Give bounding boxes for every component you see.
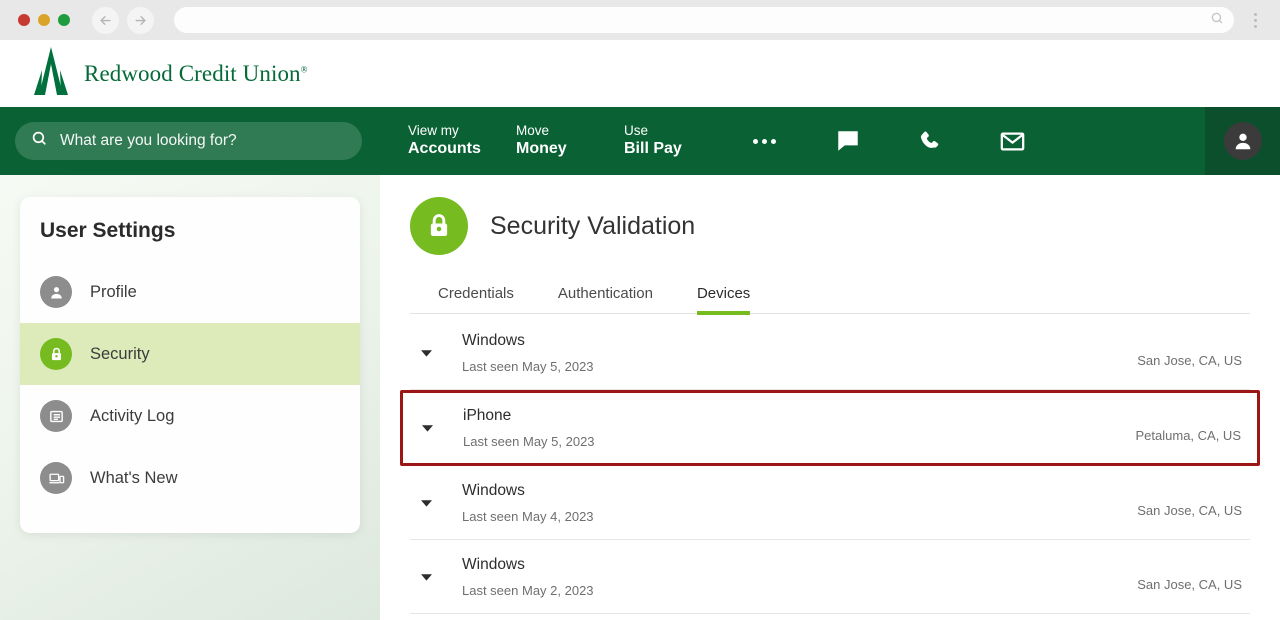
chevron-down-icon[interactable] — [418, 499, 434, 507]
tab-credentials[interactable]: Credentials — [416, 285, 536, 313]
table-row[interactable]: Windows Last seen May 4, 2023 San Jose, … — [410, 466, 1250, 540]
chevron-down-icon[interactable] — [418, 573, 434, 581]
maximize-window-button[interactable] — [58, 14, 70, 26]
account-menu-button[interactable] — [1205, 107, 1280, 175]
tab-authentication[interactable]: Authentication — [536, 285, 675, 313]
main-content: Security Validation Credentials Authenti… — [380, 175, 1280, 620]
more-menu-button[interactable] — [744, 121, 784, 161]
chat-icon[interactable] — [834, 127, 862, 155]
device-location: Petaluma, CA, US — [1135, 428, 1242, 443]
nav-item-accounts-bottom: Accounts — [408, 140, 481, 158]
nav-item-bill-pay[interactable]: Use Bill Pay — [624, 122, 732, 160]
device-last-seen: Last seen May 4, 2023 — [462, 508, 594, 524]
address-bar-search-icon — [1210, 11, 1224, 30]
window-traffic-lights — [18, 14, 70, 26]
nav-item-bill-pay-bottom: Bill Pay — [624, 140, 682, 158]
nav-item-move-money-bottom: Money — [516, 140, 567, 158]
sidebar-item-activity-log[interactable]: Activity Log — [20, 385, 360, 447]
table-row[interactable]: Windows Last seen May 2, 2023 San Jose, … — [410, 540, 1250, 614]
device-last-seen: Last seen May 2, 2023 — [462, 582, 594, 598]
table-row[interactable]: iPhone Last seen May 5, 2023 Petaluma, C… — [400, 390, 1260, 466]
lock-icon — [410, 197, 468, 255]
nav-utility-icons — [834, 127, 1026, 155]
back-button[interactable] — [92, 6, 119, 34]
nav-item-accounts-top: View my — [408, 123, 459, 139]
site-header: Redwood Credit Union® — [0, 40, 1280, 107]
main-heading: Security Validation — [490, 211, 696, 240]
browser-menu-button[interactable] — [1244, 5, 1266, 35]
device-location: San Jose, CA, US — [1137, 576, 1242, 592]
chevron-down-icon[interactable] — [418, 349, 434, 357]
page-body: User Settings Profile Security Activity … — [0, 175, 1280, 620]
close-window-button[interactable] — [18, 14, 30, 26]
device-name: Windows — [462, 481, 525, 499]
user-icon — [40, 276, 72, 308]
device-info: Windows Last seen May 2, 2023 — [444, 556, 1137, 598]
nav-links: View my Accounts Move Money Use Bill Pay — [408, 122, 732, 160]
sidebar-item-security-label: Security — [90, 344, 150, 363]
sidebar-item-security[interactable]: Security — [20, 323, 360, 385]
device-location: San Jose, CA, US — [1137, 352, 1242, 368]
browser-chrome — [0, 0, 1280, 40]
sidebar-item-whats-new-label: What's New — [90, 468, 178, 487]
device-row-content: iPhone Last seen May 5, 2023 Petaluma, C… — [445, 407, 1241, 449]
nav-item-move-money[interactable]: Move Money — [516, 122, 624, 160]
phone-icon[interactable] — [916, 127, 944, 155]
kebab-dot — [1253, 18, 1257, 22]
list-icon — [40, 400, 72, 432]
forward-button[interactable] — [127, 6, 154, 34]
nav-item-move-money-top: Move — [516, 123, 550, 139]
search-icon — [31, 130, 48, 152]
brand-name: Redwood Credit Union® — [84, 60, 308, 86]
kebab-dot — [1253, 12, 1257, 16]
chevron-down-icon[interactable] — [419, 424, 435, 432]
device-row-content: Windows Last seen May 5, 2023 San Jose, … — [444, 332, 1242, 374]
ellipsis-dot — [752, 138, 758, 144]
device-location: San Jose, CA, US — [1137, 502, 1242, 518]
security-tabs: Credentials Authentication Devices — [410, 285, 1250, 315]
device-info: iPhone Last seen May 5, 2023 — [445, 407, 1136, 449]
user-settings-panel: User Settings Profile Security Activity … — [20, 197, 360, 533]
nav-item-bill-pay-top: Use — [624, 123, 649, 139]
lock-icon — [40, 338, 72, 370]
page-title: User Settings — [40, 219, 176, 242]
device-name: Windows — [462, 331, 525, 349]
address-bar[interactable] — [174, 7, 1234, 33]
kebab-dot — [1253, 24, 1257, 28]
sidebar-item-profile-label: Profile — [90, 282, 137, 301]
search-input[interactable] — [60, 132, 346, 150]
device-row-content: Windows Last seen May 4, 2023 San Jose, … — [444, 482, 1242, 524]
browser-navigation — [92, 6, 154, 34]
primary-navigation: View my Accounts Move Money Use Bill Pay — [0, 107, 1280, 175]
table-row[interactable]: Windows Last seen May 5, 2023 San Jose, … — [410, 316, 1250, 390]
device-name: Windows — [462, 555, 525, 573]
ellipsis-dot — [770, 138, 776, 144]
devices-icon — [40, 462, 72, 494]
device-last-seen: Last seen May 5, 2023 — [463, 434, 595, 449]
envelope-icon[interactable] — [998, 127, 1026, 155]
brand-logo-link[interactable]: Redwood Credit Union® — [30, 47, 308, 100]
sidebar-item-activity-log-label: Activity Log — [90, 406, 175, 425]
sidebar-item-profile[interactable]: Profile — [20, 261, 360, 323]
minimize-window-button[interactable] — [38, 14, 50, 26]
site-search[interactable] — [15, 122, 362, 160]
user-avatar-icon — [1223, 122, 1262, 160]
ellipsis-dot — [761, 138, 767, 144]
security-validation-header: Security Validation — [410, 197, 1250, 255]
nav-item-accounts[interactable]: View my Accounts — [408, 122, 516, 160]
redwood-tree-logo-icon — [30, 47, 72, 100]
sidebar-item-whats-new[interactable]: What's New — [20, 447, 360, 509]
tab-devices[interactable]: Devices — [675, 285, 772, 315]
sidebar-column: User Settings Profile Security Activity … — [0, 175, 380, 620]
device-info: Windows Last seen May 5, 2023 — [444, 332, 1137, 374]
device-last-seen: Last seen May 5, 2023 — [462, 358, 594, 374]
device-list: Windows Last seen May 5, 2023 San Jose, … — [400, 314, 1260, 614]
device-row-content: Windows Last seen May 2, 2023 San Jose, … — [444, 556, 1242, 598]
device-info: Windows Last seen May 4, 2023 — [444, 482, 1137, 524]
trademark-symbol: ® — [300, 63, 308, 74]
device-name: iPhone — [463, 407, 512, 424]
